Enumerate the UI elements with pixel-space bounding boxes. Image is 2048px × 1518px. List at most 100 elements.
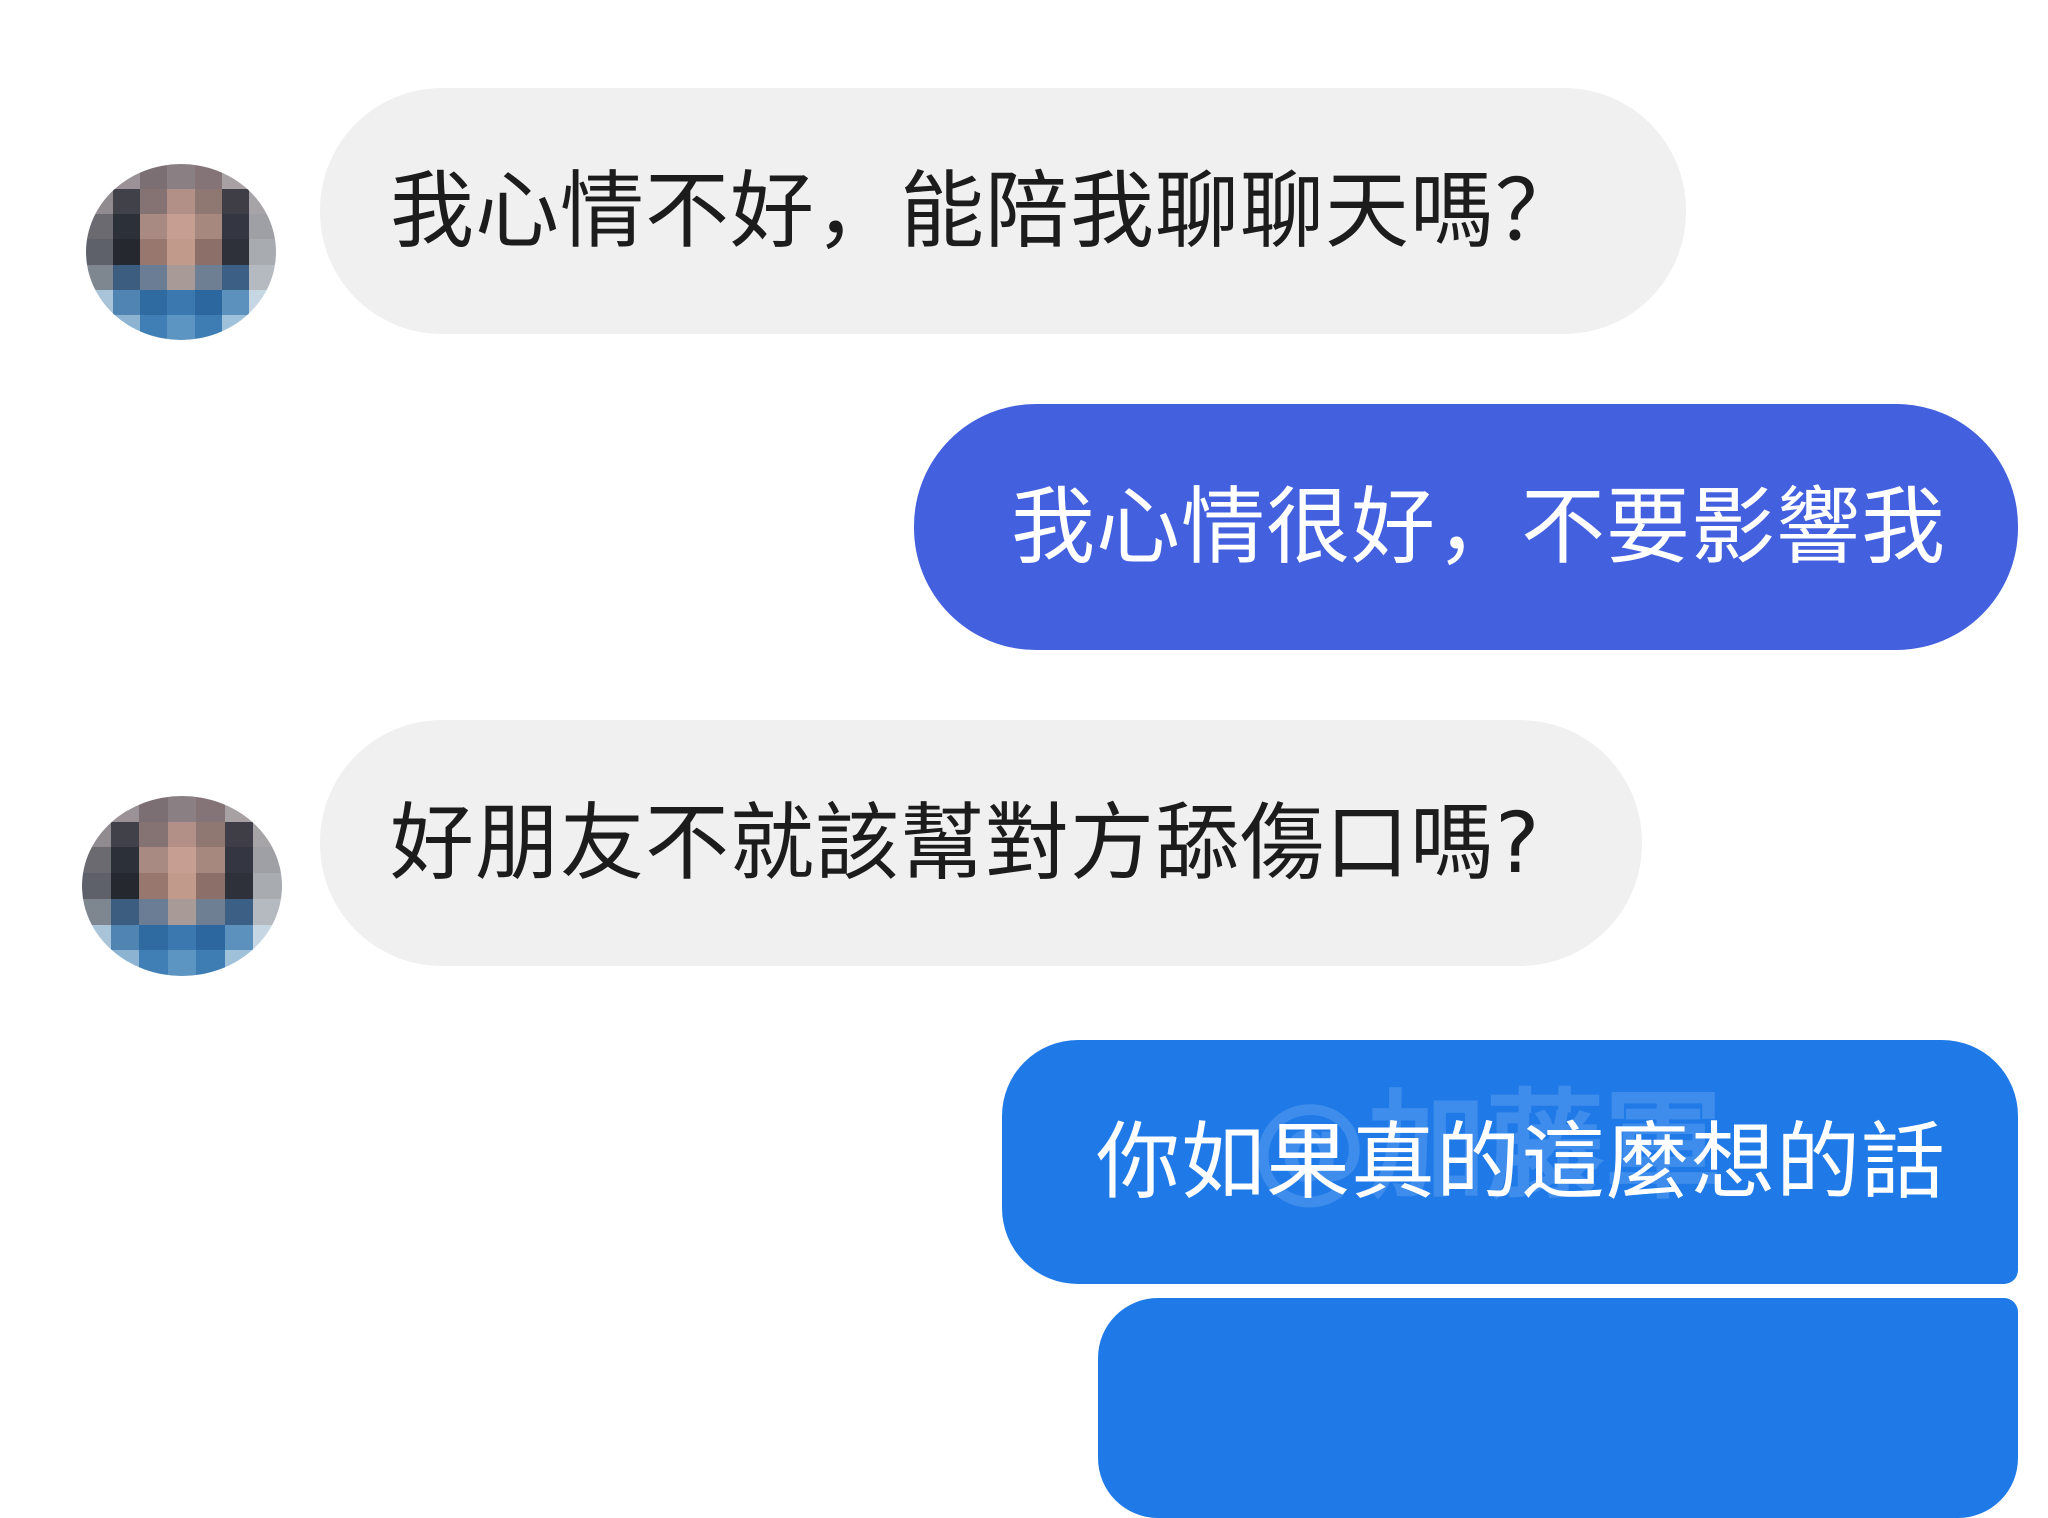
avatar-pixel xyxy=(82,873,111,899)
avatar-pixel xyxy=(224,898,254,925)
avatar-pixel xyxy=(82,898,111,925)
message-bubble-incoming[interactable]: 我心情不好，能陪我聊聊天嗎？ xyxy=(320,88,1686,334)
avatar-pixel xyxy=(194,214,222,240)
avatar-pixel xyxy=(221,214,249,240)
avatar-pixel xyxy=(194,264,222,290)
avatar-pixel xyxy=(86,214,114,240)
avatar-pixel xyxy=(167,239,195,265)
avatar-pixel xyxy=(167,164,195,190)
avatar-pixel xyxy=(140,189,168,215)
avatar-pixel xyxy=(110,950,140,976)
avatar-pixel xyxy=(167,873,197,899)
message-text: 你如果真的這麼想的話 xyxy=(1095,1113,1946,1211)
avatar-pixel xyxy=(221,164,249,190)
avatar-pixel xyxy=(194,189,222,215)
avatar-pixel xyxy=(86,164,114,190)
avatar-pixel xyxy=(113,314,141,340)
avatar-pixel xyxy=(224,847,254,874)
message-bubble-incoming[interactable]: 好朋友不就該幫對方舔傷口嗎? xyxy=(320,720,1642,966)
avatar-pixel xyxy=(194,314,222,340)
message-text: 我心情不好，能陪我聊聊天嗎？ xyxy=(390,162,1581,260)
avatar-pixel xyxy=(253,873,282,899)
avatar-pixel xyxy=(140,214,168,240)
avatar-pixel xyxy=(140,239,168,265)
avatar-pixel xyxy=(221,289,249,315)
avatar-pixel xyxy=(196,950,225,976)
contact-avatar-icon[interactable] xyxy=(86,164,276,340)
avatar-pixel xyxy=(113,264,141,290)
avatar-pixel xyxy=(110,796,140,822)
avatar-pixel xyxy=(82,821,111,848)
avatar-pixel xyxy=(221,264,249,290)
avatar-pixel xyxy=(167,821,197,848)
contact-avatar-icon[interactable] xyxy=(82,796,282,976)
avatar-pixel xyxy=(248,314,276,340)
message-text: 好朋友不就該幫對方舔傷口嗎? xyxy=(390,794,1541,892)
avatar-pixel xyxy=(139,796,168,822)
avatar-pixel xyxy=(86,264,114,290)
avatar-pixel xyxy=(113,214,141,240)
avatar-pixel xyxy=(253,898,282,925)
avatar-pixel xyxy=(224,950,254,976)
avatar-pixel xyxy=(196,873,225,899)
avatar-pixel xyxy=(196,924,225,951)
avatar-pixel xyxy=(248,214,276,240)
avatar-pixel xyxy=(140,164,168,190)
avatar-pixel xyxy=(248,289,276,315)
message-bubble-outgoing[interactable]: 我心情很好，不要影響我 xyxy=(914,404,2018,650)
avatar-pixel xyxy=(221,314,249,340)
avatar-pixel xyxy=(221,189,249,215)
avatar-pixel xyxy=(140,314,168,340)
avatar-pixel xyxy=(113,164,141,190)
avatar-pixel xyxy=(224,873,254,899)
avatar-pixel xyxy=(82,950,111,976)
avatar-pixel xyxy=(196,821,225,848)
avatar-pixel xyxy=(167,289,195,315)
avatar-pixel xyxy=(110,898,140,925)
avatar-pixel xyxy=(140,289,168,315)
avatar-pixel xyxy=(86,289,114,315)
avatar-pixel xyxy=(167,314,195,340)
avatar-pixel xyxy=(253,821,282,848)
avatar-pixel xyxy=(139,821,168,848)
avatar-pixel xyxy=(167,214,195,240)
avatar-pixel xyxy=(248,239,276,265)
avatar-pixel xyxy=(86,189,114,215)
avatar-pixel xyxy=(139,873,168,899)
avatar-pixel xyxy=(194,164,222,190)
avatar-pixel xyxy=(253,950,282,976)
avatar-pixel xyxy=(196,847,225,874)
avatar-pixel xyxy=(113,189,141,215)
avatar-pixel xyxy=(196,796,225,822)
avatar-pixel xyxy=(167,898,197,925)
avatar-pixel xyxy=(248,164,276,190)
avatar-pixel xyxy=(221,239,249,265)
avatar-pixel xyxy=(86,239,114,265)
avatar-pixel xyxy=(167,796,197,822)
message-text: 我心情很好，不要影響我 xyxy=(1010,478,1946,576)
avatar-pixel xyxy=(113,289,141,315)
avatar-pixel xyxy=(224,796,254,822)
avatar-pixel xyxy=(82,847,111,874)
avatar-pixel xyxy=(139,898,168,925)
avatar-pixel xyxy=(86,314,114,340)
avatar-pixel xyxy=(82,796,111,822)
avatar-pixel xyxy=(110,847,140,874)
avatar-pixel xyxy=(82,924,111,951)
avatar-pixel xyxy=(224,924,254,951)
avatar-pixel xyxy=(110,873,140,899)
avatar-pixel xyxy=(167,924,197,951)
avatar-pixel xyxy=(196,898,225,925)
avatar-pixel xyxy=(248,264,276,290)
avatar-pixel xyxy=(194,239,222,265)
avatar-pixel xyxy=(110,924,140,951)
chat-thread[interactable]: @加藤軍 我心情不好，能陪我聊聊天嗎？ 我心情很好，不要影響我 好朋友不就該幫對… xyxy=(0,0,2048,1518)
avatar-pixel xyxy=(248,189,276,215)
message-bubble-outgoing[interactable] xyxy=(1098,1298,2018,1518)
avatar-pixel xyxy=(113,239,141,265)
avatar-pixel xyxy=(139,847,168,874)
avatar-pixel xyxy=(167,847,197,874)
avatar-pixel xyxy=(140,264,168,290)
avatar-pixel xyxy=(194,289,222,315)
message-bubble-outgoing[interactable]: 你如果真的這麼想的話 xyxy=(1002,1040,2018,1284)
